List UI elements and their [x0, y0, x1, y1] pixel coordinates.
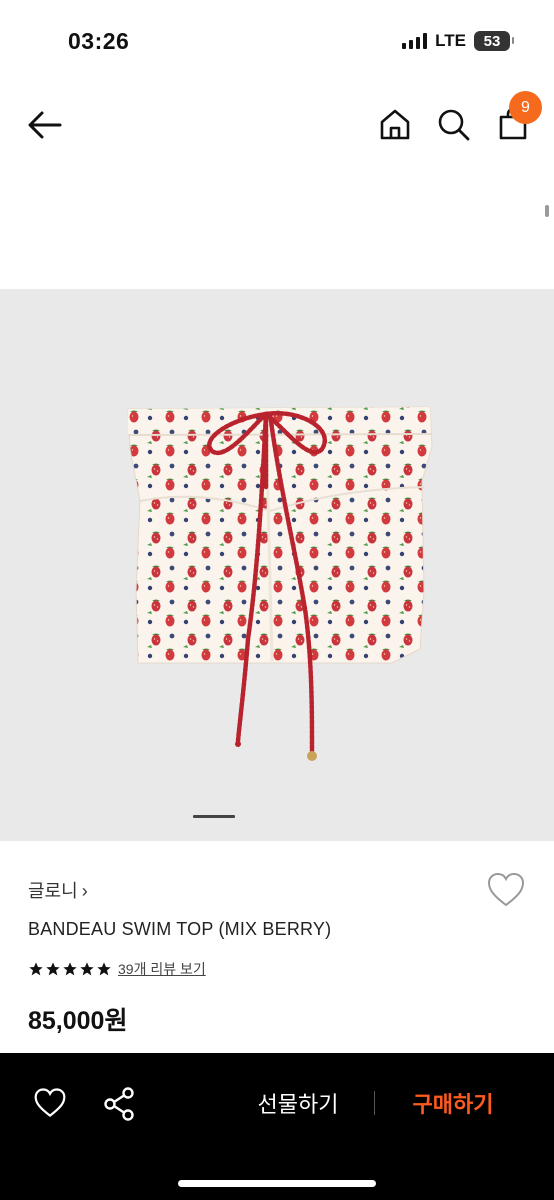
review-link[interactable]: 39개 리뷰 보기	[118, 959, 206, 979]
rating-stars	[28, 961, 112, 977]
star-filled-icon	[80, 962, 94, 976]
heart-outline-icon	[487, 872, 525, 907]
star-filled-icon	[63, 962, 77, 976]
search-icon	[438, 109, 470, 141]
heart-outline-icon	[34, 1088, 66, 1118]
search-button[interactable]	[435, 106, 471, 142]
scrollbar[interactable]	[545, 205, 549, 217]
rating-row: 39개 리뷰 보기	[28, 959, 206, 979]
status-time: 03:26	[68, 28, 130, 54]
home-button[interactable]	[377, 106, 413, 142]
cart-count-badge: 9	[509, 91, 542, 124]
star-filled-icon	[29, 962, 43, 976]
like-button[interactable]	[33, 1087, 67, 1119]
product-image	[127, 406, 433, 761]
nav-bar: 9	[0, 90, 554, 160]
home-icon	[380, 109, 410, 140]
arrow-left-icon	[28, 111, 62, 139]
chevron-right-icon: ›	[81, 881, 88, 901]
divider	[374, 1091, 375, 1115]
signal-icon	[402, 33, 428, 49]
share-button[interactable]	[102, 1086, 136, 1122]
star-filled-icon	[46, 962, 60, 976]
network-label: LTE	[435, 31, 466, 50]
buy-button[interactable]: 구매하기	[395, 1087, 511, 1119]
product-price: 85,000원	[28, 1007, 128, 1035]
gift-button[interactable]: 선물하기	[240, 1087, 356, 1119]
status-bar: 03:26 LTE 53	[0, 0, 554, 82]
product-name: BANDEAU SWIM TOP (MIX BERRY)	[28, 919, 332, 939]
back-button[interactable]	[26, 108, 64, 142]
status-indicators: LTE 53	[402, 31, 514, 51]
star-filled-icon	[97, 962, 111, 976]
battery-level: 53	[483, 32, 501, 50]
home-indicator	[178, 1180, 376, 1187]
share-icon	[104, 1087, 134, 1121]
battery-icon: 53	[474, 31, 514, 51]
brand-link[interactable]: 글로니 ›	[28, 877, 88, 903]
product-info: 글로니 › BANDEAU SWIM TOP (MIX BERRY) 39개 리뷰…	[0, 841, 554, 1053]
product-image-carousel[interactable]	[0, 289, 554, 841]
brand-name: 글로니	[28, 881, 78, 901]
carousel-indicator	[193, 815, 235, 818]
bottom-action-bar: 선물하기 구매하기	[0, 1053, 554, 1200]
wishlist-button[interactable]	[486, 871, 526, 909]
